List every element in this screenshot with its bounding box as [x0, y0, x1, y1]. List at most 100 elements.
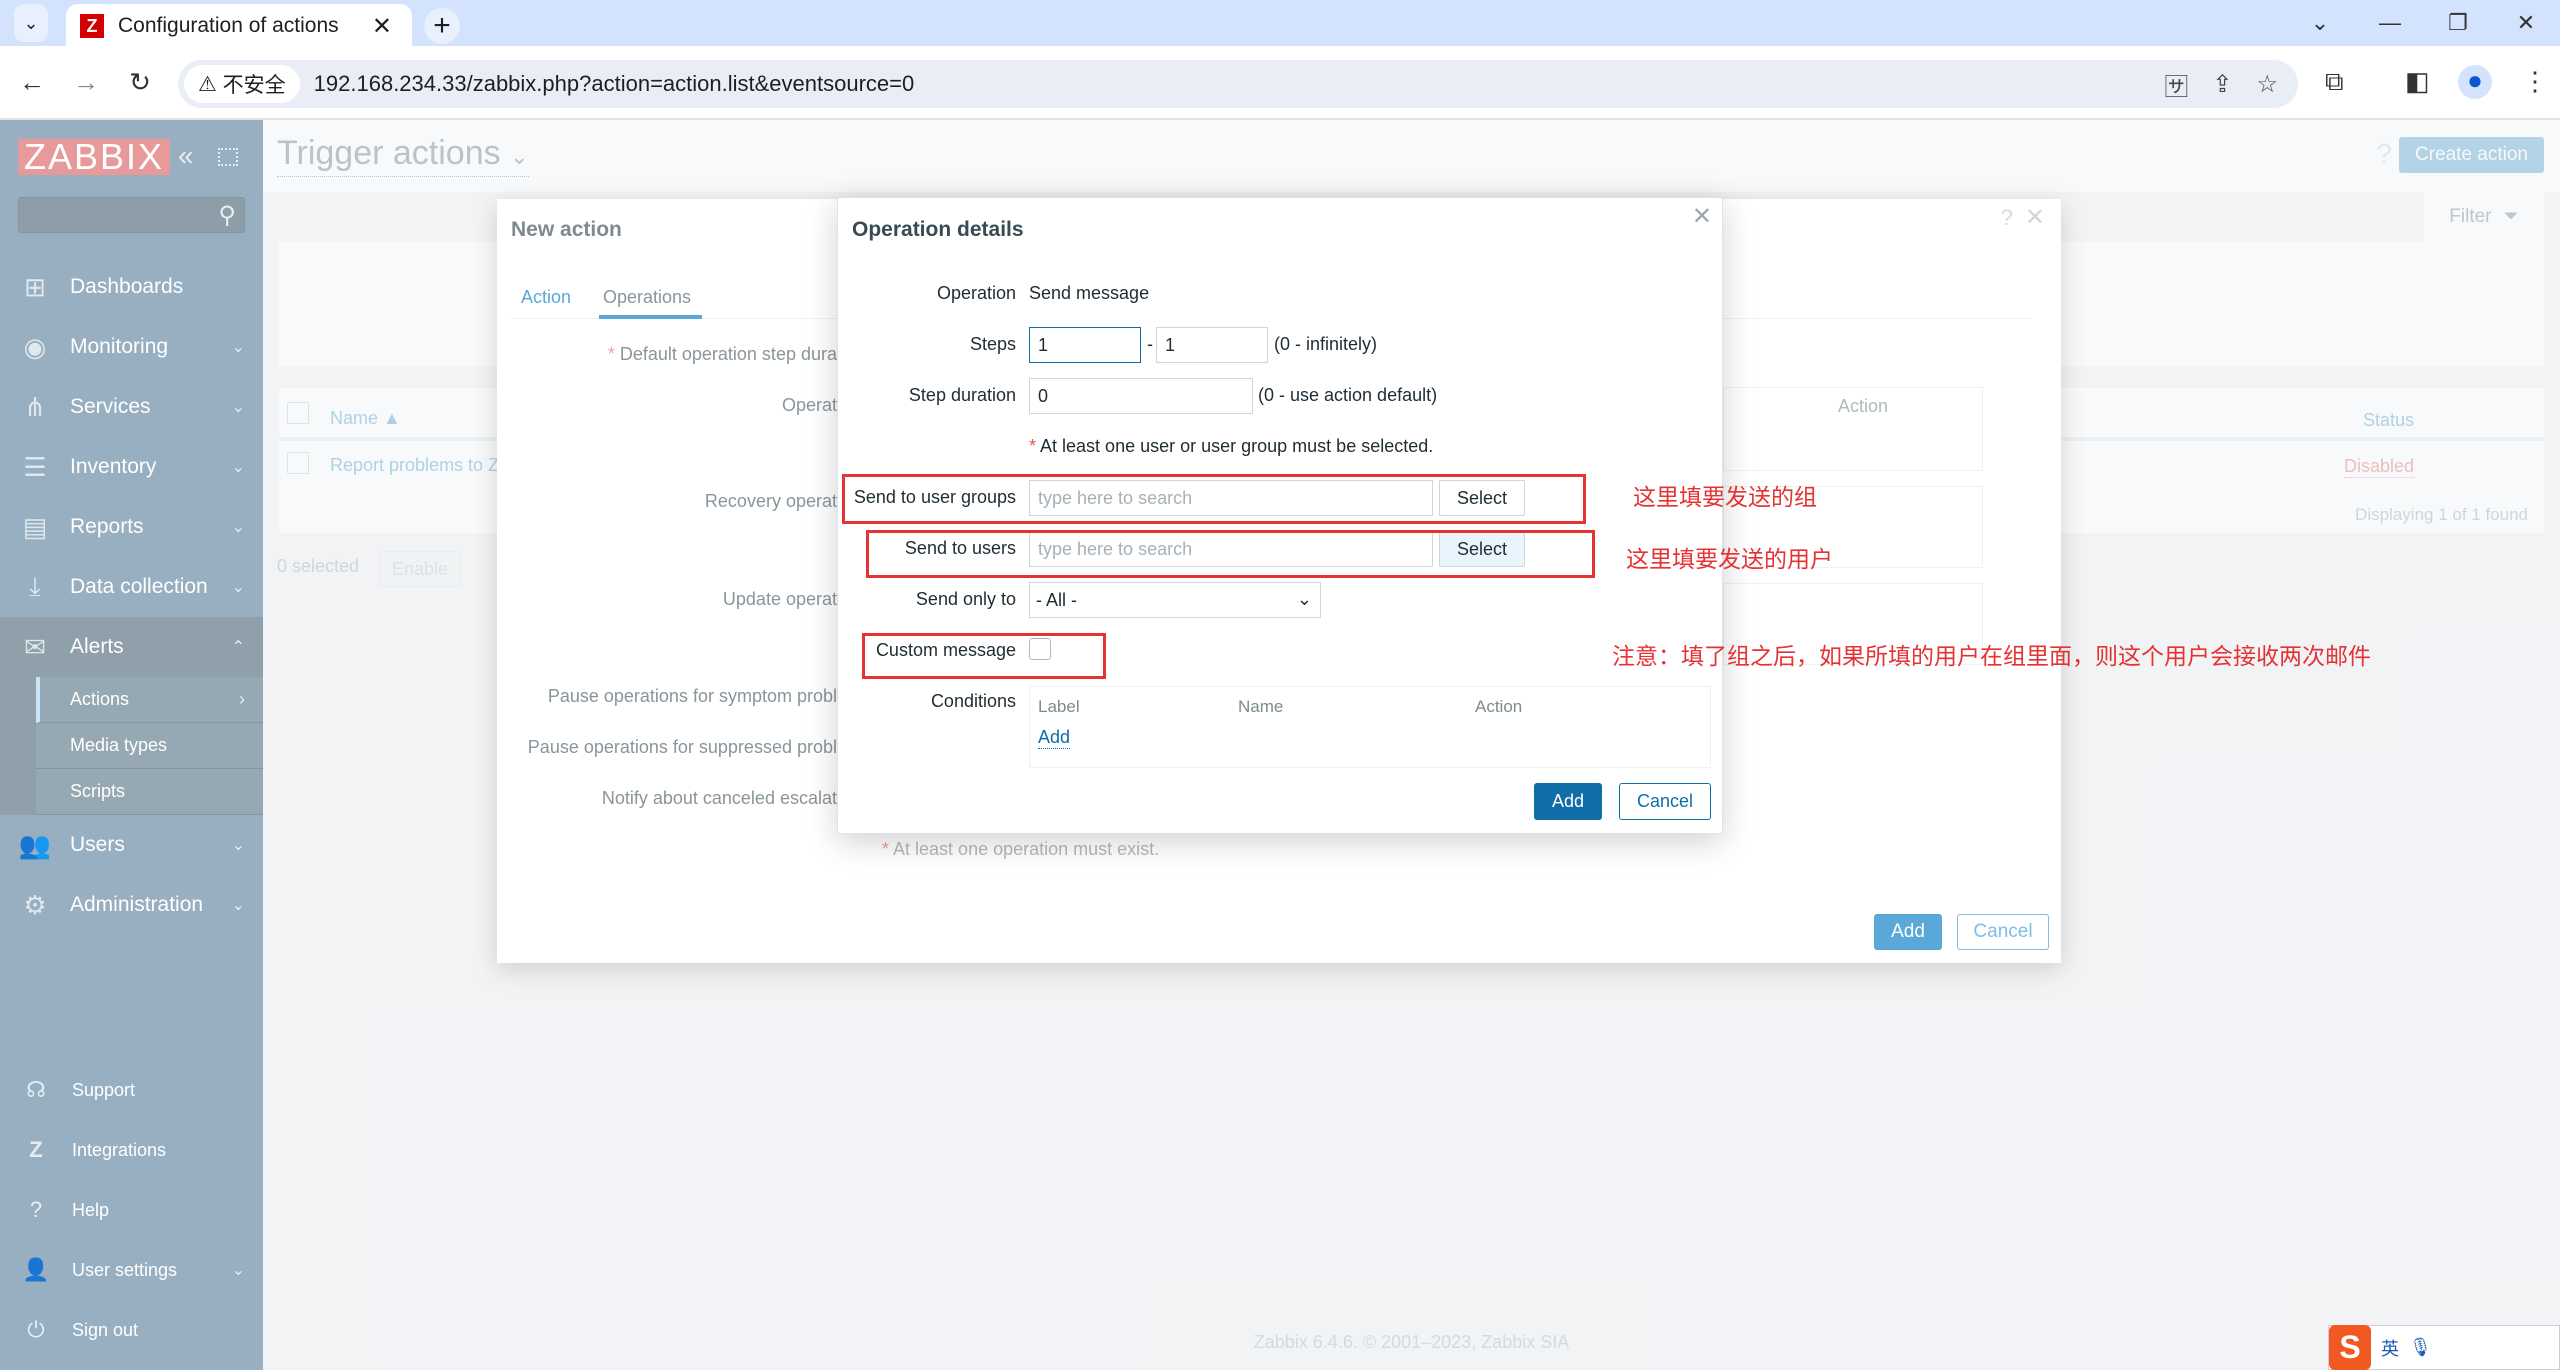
close-icon[interactable]: ✕ [2025, 203, 2045, 232]
submenu-label: Scripts [70, 781, 126, 801]
add-operation-button[interactable]: Add [1534, 783, 1602, 820]
sidebar-item-label: Inventory [70, 455, 157, 478]
power-icon: ⏻ [27, 1317, 45, 1342]
chevron-down-icon: ⌄ [1296, 589, 1312, 609]
collapse-sidebar-icon[interactable]: « [178, 140, 194, 172]
sidebar-item-label: Support [72, 1079, 136, 1100]
browser-tab[interactable]: Z Configuration of actions ✕ [66, 4, 412, 48]
minimize-button[interactable]: — [2360, 0, 2420, 46]
sidebar-item-reports[interactable]: ▤ Reports ⌄ [0, 497, 263, 557]
submenu-item-actions[interactable]: Actions › [36, 677, 263, 723]
kiosk-mode-icon[interactable] [218, 148, 238, 166]
extensions-icon[interactable]: ⧉ [2325, 66, 2344, 98]
operation-value: Send message [1029, 283, 1150, 303]
omnibox[interactable]: ⚠ 不安全 192.168.234.33/zabbix.php?action=a… [178, 60, 2298, 108]
sidebar-item-users[interactable]: 👥 Users ⌄ [0, 815, 263, 875]
sidebar-item-dashboards[interactable]: ⊞ Dashboards [0, 257, 263, 317]
steps-to-input[interactable]: 1 [1156, 327, 1268, 363]
send-only-to-label: Send only to [915, 589, 1016, 609]
sidebar-search-input[interactable]: ⚲ [18, 197, 245, 233]
steps-from-input[interactable]: 1 [1029, 327, 1141, 363]
side-panel-icon[interactable]: ◧ [2405, 66, 2430, 97]
conditions-label-header: Label [1038, 697, 1080, 716]
user-icon: 👤 [22, 1257, 50, 1282]
cancel-operation-button[interactable]: Cancel [1619, 783, 1711, 820]
tab-close-icon[interactable]: ✕ [372, 12, 392, 41]
bottom-menu: ☊ Support Z Integrations ? Help 👤 User setti… [0, 1060, 263, 1360]
sidebar-item-inventory[interactable]: ☰ Inventory ⌄ [0, 437, 263, 497]
conditions-action-header: Action [1475, 697, 1523, 716]
dialog-title: Operation details [852, 218, 1024, 241]
restore-button[interactable]: ❐ [2428, 0, 2488, 46]
tab-title: Configuration of actions [118, 14, 339, 37]
sidebar-item-support[interactable]: ☊ Support [0, 1060, 263, 1120]
profile-icon[interactable]: ● [2458, 65, 2492, 99]
sidebar-item-help[interactable]: ? Help [0, 1180, 263, 1240]
conditions-label: Conditions [930, 691, 1016, 711]
sidebar-item-integrations[interactable]: Z Integrations [0, 1120, 263, 1180]
send-only-to-select[interactable]: - All - ⌄ [1029, 582, 1321, 618]
submenu-label: Actions [70, 689, 130, 709]
tab-search-icon[interactable]: ⌄ [2290, 0, 2350, 46]
zabbix-favicon-icon: Z [80, 14, 104, 38]
sidebar-item-services[interactable]: ⋔ Services ⌄ [0, 377, 263, 437]
zabbix-z-icon: Z [29, 1137, 43, 1162]
chevron-down-icon: ⌄ [231, 339, 245, 356]
select-value: - All - [1036, 589, 1078, 610]
notify-canceled-label: Notify about canceled escalat [601, 788, 837, 808]
bookmark-star-icon[interactable]: ☆ [2256, 70, 2278, 99]
sidebar-item-label: Monitoring [70, 335, 169, 358]
back-button[interactable]: ← [14, 64, 50, 100]
sidebar-item-alerts[interactable]: ✉ Alerts ⌃ [0, 617, 263, 677]
pause-symptom-label: Pause operations for symptom probl [547, 686, 837, 706]
operation-label: Operation [936, 283, 1016, 303]
translate-icon[interactable]: 🈂 [2164, 67, 2188, 102]
submenu-item-media-types[interactable]: Media types [36, 723, 263, 769]
submenu-item-scripts[interactable]: Scripts [36, 769, 263, 815]
sidebar-item-monitoring[interactable]: ◉ Monitoring ⌄ [0, 317, 263, 377]
forward-button[interactable]: → [68, 64, 104, 100]
ime-toolbar[interactable]: S 英 🎙 [2328, 1325, 2560, 1370]
cancel-action-button[interactable]: Cancel [1957, 914, 2049, 950]
sidebar-item-user-settings[interactable]: 👤 User settings ⌄ [0, 1240, 263, 1300]
question-icon: ? [29, 1197, 43, 1222]
security-chip[interactable]: ⚠ 不安全 [184, 65, 300, 103]
reports-icon: ▤ [22, 511, 48, 542]
zabbix-logo[interactable]: ZABBIX [18, 139, 171, 175]
operations-action-header: Action [1838, 396, 1889, 416]
add-action-button[interactable]: Add [1874, 914, 1942, 950]
step-duration-input[interactable]: 0 [1029, 378, 1253, 414]
chevron-down-icon: ⌄ [231, 837, 245, 854]
help-icon[interactable]: ? [2001, 205, 2013, 231]
default-step-duration-label: * Default operation step dura [607, 344, 837, 364]
search-icon[interactable]: ⚲ [218, 201, 236, 230]
close-window-button[interactable]: ✕ [2496, 0, 2556, 46]
pause-suppressed-label: Pause operations for suppressed probl [527, 737, 837, 757]
sidebar: ZABBIX « ⚲ ⊞ Dashboards ◉ Monitoring ⌄ ⋔ Ser… [0, 120, 263, 1370]
sidebar-item-sign-out[interactable]: ⏻ Sign out [0, 1300, 263, 1360]
sidebar-item-administration[interactable]: ⚙ Administration ⌄ [0, 875, 263, 935]
required-recipient-note: * At least one user or user group must b… [1029, 436, 1434, 456]
sidebar-item-data-collection[interactable]: ⤓ Data collection ⌄ [0, 557, 263, 617]
new-tab-button[interactable]: + [424, 8, 460, 44]
tab-search-button[interactable]: ⌄ [14, 4, 48, 42]
reload-button[interactable]: ↻ [122, 64, 158, 100]
more-icon[interactable]: ⋮ [2522, 66, 2548, 97]
sogou-ime-icon: S [2329, 1325, 2371, 1370]
chevron-down-icon: ⌄ [231, 399, 245, 416]
chevron-down-icon: ⌄ [231, 459, 245, 476]
add-condition-link[interactable]: Add [1038, 727, 1071, 749]
close-icon[interactable]: ✕ [1692, 202, 1712, 231]
alerts-submenu: Actions › Media types Scripts [0, 677, 263, 815]
dashboards-icon: ⊞ [24, 271, 46, 302]
sidebar-item-label: Dashboards [70, 275, 184, 298]
sidebar-item-label: Sign out [72, 1319, 139, 1340]
url-text[interactable]: 192.168.234.33/zabbix.php?action=action.… [314, 71, 915, 97]
ime-mode-label: 英 [2381, 1338, 2399, 1359]
annotation-box-users [866, 530, 1595, 578]
share-icon[interactable]: ⇪ [2212, 70, 2232, 99]
gear-icon: ⚙ [23, 889, 47, 920]
chevron-down-icon: ⌄ [23, 12, 39, 33]
chevron-down-icon: ⌄ [231, 519, 245, 536]
annotation-box-user-groups [842, 474, 1586, 524]
